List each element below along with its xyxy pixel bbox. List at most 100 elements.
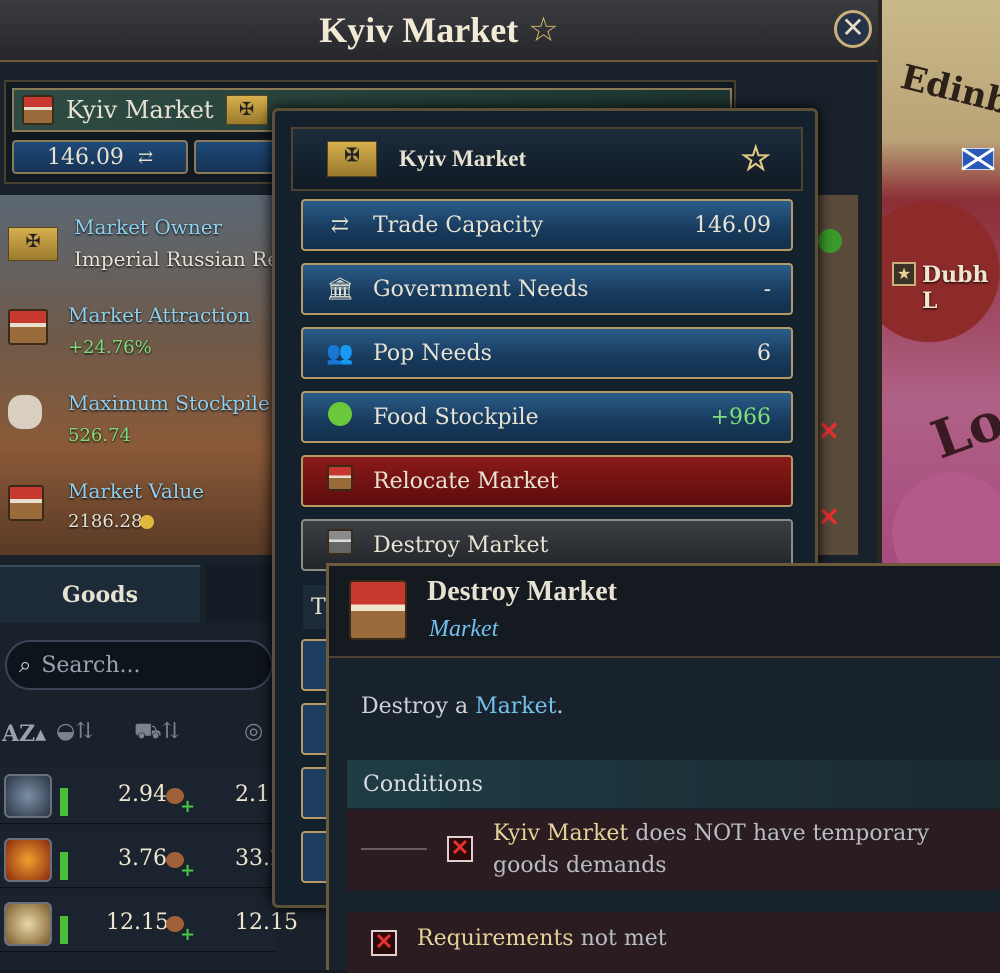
sort-trade-icon[interactable]: ⛟⇅ [134,719,180,747]
button-label: Trade Capacity [373,212,544,238]
popup-title: Kyiv Market [399,146,527,171]
tooltip-header: Destroy Market Market [329,566,1000,658]
condition-name: Kyiv Market [493,821,629,846]
table-row[interactable]: 3.76 + 33.2 [0,832,284,888]
goods-value: 3.76 [118,846,167,871]
goods-value: 2.94 [118,782,167,807]
requirements-rest: not met [580,926,667,951]
gold-coin-icon [140,515,154,529]
market-name: Kyiv Market [66,96,214,124]
search-placeholder: Search... [41,652,141,678]
requirements-row: ✕ Requirements not met [347,912,1000,973]
sort-price-icon[interactable]: ◎ [244,719,263,744]
owner-emblem-icon: ✠ [8,227,58,261]
side-icons-strip: ✕ ✕ [818,195,858,555]
market-stall-gray-icon [323,529,357,561]
conditions-header: Conditions [347,760,1000,808]
fire-good-icon [4,838,52,882]
market-owner-label: Market Owner [74,215,223,239]
sort-header-row: AZ▴ ◒⇅ ⛟⇅ ◎ [0,705,275,765]
tab-secondary[interactable] [205,565,275,623]
condition-divider [361,848,427,850]
market-owner-value[interactable]: Imperial Russian Rep [74,247,292,271]
requirements-highlight: Requirements [417,926,574,951]
close-button[interactable]: ✕ [834,10,872,48]
button-label: Destroy Market [373,532,549,558]
desc-prefix: Destroy a [361,694,469,719]
fail-x-icon: ✕ [447,836,473,862]
scotland-flag-icon[interactable] [962,148,994,170]
pops-icon: 👥 [326,340,354,366]
remove-x-icon-2[interactable]: ✕ [818,503,840,533]
button-label: Government Needs [373,276,589,302]
market-stall-icon [323,465,357,497]
trade-capacity-value: 146.09 [46,144,124,170]
supply-bar [60,916,68,944]
plus-icon: + [180,860,196,881]
fail-x-icon: ✕ [371,930,397,956]
button-value: - [763,276,771,302]
requirements-text: Requirements not met [417,926,667,951]
button-label: Pop Needs [373,340,492,366]
market-info-panel: ✠ Market Owner Imperial Russian Rep Mark… [0,195,303,555]
supply-bar [60,852,68,880]
button-value: +966 [710,404,771,430]
apple-icon[interactable] [818,229,842,253]
desc-suffix: . [556,694,564,719]
trade-icon: ⇄ [330,212,350,238]
window-title: Kyiv Market [319,10,519,50]
trade-icon: ⇄ [137,146,154,168]
apple-icon [323,402,357,432]
plus-icon: + [180,924,196,945]
market-value-label: Market Value [68,479,204,503]
button-value: 146.09 [694,212,771,238]
button-value: 6 [757,340,771,366]
trade-capacity-stat[interactable]: 146.09 ⇄ [12,140,188,174]
crystal-good-icon [4,774,52,818]
market-stall-icon [349,580,407,640]
destroy-market-tooltip: Destroy Market Market Destroy a Market. … [326,563,1000,973]
double-eagle-emblem-icon: ✠ [225,95,268,125]
desc-link[interactable]: Market [475,694,556,719]
favorite-star-icon[interactable]: ☆ [528,10,558,50]
goods-value-2: 12.15 [235,910,298,935]
market-value-icon [8,485,44,521]
sort-alpha-icon[interactable]: AZ▴ [2,721,46,747]
double-eagle-emblem-icon: ✠ [327,141,377,177]
beer-good-icon [4,902,52,946]
condition-text: Kyiv Market does NOT have temporary good… [493,818,993,882]
search-icon: ⌕ [19,652,32,678]
market-icon [22,95,54,125]
food-stockpile-button[interactable]: Food Stockpile +966 [301,391,793,443]
goods-value: 12.15 [106,910,169,935]
tab-goods[interactable]: Goods [0,565,200,623]
search-input[interactable]: ⌕ Search... [5,640,273,690]
stockpile-sack-icon [8,395,42,429]
market-value-value: 2186.28 [68,511,143,532]
remove-x-icon[interactable]: ✕ [818,417,840,447]
plus-icon: + [180,796,196,817]
market-attraction-value: +24.76% [68,337,152,358]
government-needs-button[interactable]: 🏛 Government Needs - [301,263,793,315]
map-label-london: Lo [923,389,1000,472]
title-bar: Kyiv Market ☆ ✕ [0,0,878,62]
max-stockpile-label: Maximum Stockpile Ca [68,391,304,415]
favorite-star-icon[interactable]: ☆ [741,139,771,179]
sort-stock-icon[interactable]: ◒⇅ [56,719,94,744]
market-attraction-icon [8,309,48,345]
table-row[interactable]: 2.94 + 2.1 [0,768,275,824]
pop-needs-button[interactable]: 👥 Pop Needs 6 [301,327,793,379]
market-attraction-label: Market Attraction [68,303,251,327]
tooltip-title: Destroy Market [427,576,617,607]
tooltip-subtitle: Market [429,616,499,642]
condition-row: ✕ Kyiv Market does NOT have temporary go… [347,810,1000,890]
tooltip-description: Destroy a Market. [361,694,563,719]
button-label: Relocate Market [373,468,559,494]
supply-bar [60,788,68,816]
relocate-market-button[interactable]: Relocate Market [301,455,793,507]
trade-capacity-button[interactable]: ⇄ Trade Capacity 146.09 [301,199,793,251]
table-row[interactable]: 12.15 + 12.15 [0,896,298,952]
government-building-icon: 🏛 [326,276,354,302]
map-marker-icon[interactable]: ★ [892,262,916,286]
map-label-dublin: Dubh L [922,262,989,314]
